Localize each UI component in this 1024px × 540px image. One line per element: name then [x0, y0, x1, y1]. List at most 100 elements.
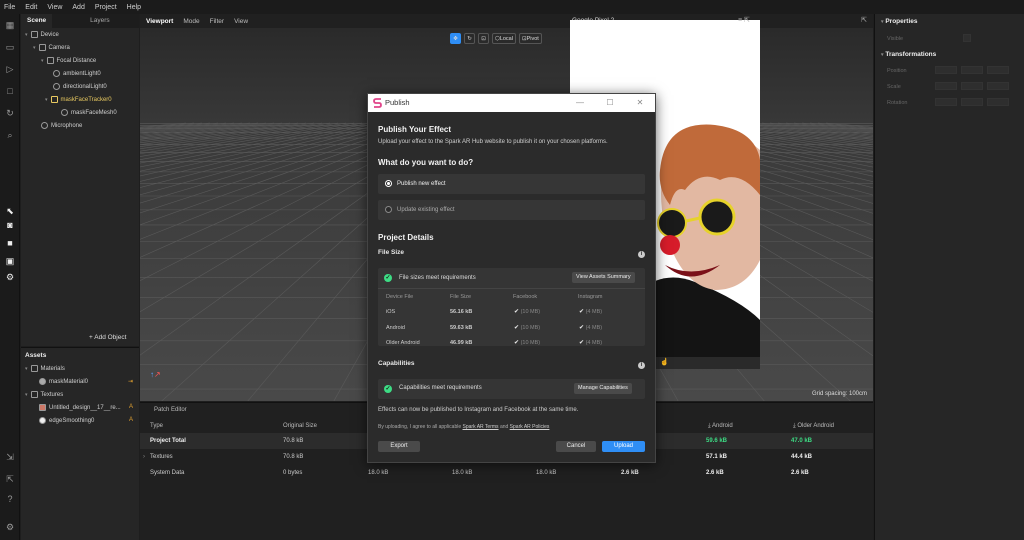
tree-item-materials[interactable]: ▾ Materials — [25, 365, 65, 372]
hand-icon[interactable]: ☝ — [660, 358, 669, 366]
tab-mode[interactable]: Mode — [183, 18, 199, 25]
tree-item-textures[interactable]: ▾ Textures — [25, 391, 63, 398]
info-icon[interactable]: i — [638, 251, 645, 258]
view-assets-summary-button[interactable]: View Assets Summary — [572, 272, 635, 283]
radio-unselected[interactable] — [385, 206, 392, 213]
col-older-android[interactable]: ⤓ Older Android — [793, 423, 834, 430]
rotation-z-field[interactable] — [987, 98, 1009, 106]
update-existing-option[interactable]: Update existing effect — [378, 200, 645, 220]
tree-item-directional-light[interactable]: directionalLight0 — [53, 83, 107, 90]
menu-view[interactable]: View — [47, 4, 62, 11]
scale-z-field[interactable] — [987, 82, 1009, 90]
rotation-x-field[interactable] — [935, 98, 957, 106]
rotate-tool-icon[interactable]: ↻ — [464, 33, 475, 44]
layout-icon[interactable]: ▦ — [3, 18, 17, 32]
instagram-check-icon: ✔ (4 MB) — [579, 309, 603, 315]
radio-selected[interactable] — [385, 180, 392, 187]
tree-item-device[interactable]: ▾ Device — [25, 31, 59, 38]
camera-icon[interactable]: ◙ — [3, 218, 17, 232]
scale-x-field[interactable] — [935, 82, 957, 90]
tab-layers[interactable]: Layers — [84, 14, 116, 28]
position-y-field[interactable] — [961, 66, 983, 74]
file-row-size: 46.99 kB — [450, 340, 473, 346]
tab-patch-editor[interactable]: Patch Editor — [144, 405, 187, 415]
col-android[interactable]: ⤓ Android — [708, 423, 733, 430]
publish-note: Effects can now be published to Instagra… — [378, 407, 579, 413]
dialog-titlebar: Publish — ☐ ✕ — [368, 94, 655, 112]
check-icon: ✓ — [384, 385, 392, 393]
terms-link[interactable]: Spark AR Terms — [463, 424, 499, 430]
minimize-icon[interactable]: — — [571, 94, 589, 112]
tree-item-ambient-light[interactable]: ambientLight0 — [53, 70, 101, 77]
pivot-toggle[interactable]: ⊡ Pivot — [518, 33, 542, 44]
tab-view[interactable]: View — [234, 18, 248, 25]
transformations-title: ▾ Transformations — [881, 51, 937, 58]
position-x-field[interactable] — [935, 66, 957, 74]
gallery-icon[interactable]: ▣ — [3, 254, 17, 268]
cancel-button[interactable]: Cancel — [556, 441, 596, 452]
info-icon[interactable]: i — [638, 362, 645, 369]
tree-item-focal-distance[interactable]: ▾ Focal Distance — [41, 57, 96, 64]
tab-filter[interactable]: Filter — [210, 18, 224, 25]
video-icon[interactable]: ▭ — [3, 40, 17, 54]
import-icon[interactable]: ⇲ — [3, 450, 17, 464]
assets-title: Assets — [25, 352, 47, 359]
capabilities-box: ✓ Capabilities meet requirements Manage … — [378, 379, 645, 399]
policies-link[interactable]: Spark AR Policies — [510, 424, 550, 430]
help-icon[interactable]: ? — [3, 492, 17, 506]
add-object-button[interactable]: + Add Object — [89, 334, 126, 341]
move-tool-icon[interactable]: ✥ — [450, 33, 461, 44]
refresh-icon[interactable]: ↻ — [3, 106, 17, 120]
export-icon[interactable]: ⇱ — [3, 472, 17, 486]
export-button[interactable]: Export — [378, 441, 420, 452]
table-row[interactable]: System Data 0 bytes 18.0 kB 18.0 kB 18.0… — [140, 465, 873, 481]
position-z-field[interactable] — [987, 66, 1009, 74]
settings-icon[interactable]: ⚙ — [3, 270, 17, 284]
tree-item-mask-material[interactable]: maskMaterial0 — [39, 378, 88, 385]
upload-button[interactable]: Upload — [602, 441, 645, 452]
local-toggle[interactable]: ⬡ Local — [492, 33, 516, 44]
menu-add[interactable]: Add — [72, 4, 84, 11]
microphone-icon — [41, 122, 48, 129]
expand-row-icon[interactable]: › — [143, 449, 145, 465]
menu-project[interactable]: Project — [95, 4, 117, 11]
menu-help[interactable]: Help — [127, 4, 141, 11]
scale-y-field[interactable] — [961, 82, 983, 90]
expand-icon[interactable]: ⇱ — [861, 16, 867, 24]
visible-checkbox[interactable] — [963, 34, 971, 42]
close-icon[interactable]: ✕ — [631, 94, 649, 112]
tree-item-face-mesh[interactable]: maskFaceMesh0 — [61, 109, 117, 116]
agreement-text: By uploading, I agree to all applicable … — [378, 424, 550, 430]
gear-icon[interactable]: ⚙ — [3, 520, 17, 534]
left-toolbar: ▦ ▭ ▷ □ ↻ ⌕ ⬉ ◙ ■ ▣ ⚙ ⇲ ⇱ ? ⚙ — [0, 14, 20, 540]
pointer-icon[interactable]: ⬉ — [3, 204, 17, 218]
menu-file[interactable]: File — [4, 4, 15, 11]
project-details-heading: Project Details — [378, 233, 434, 242]
play-icon[interactable]: ▷ — [3, 62, 17, 76]
capabilities-heading: Capabilities — [378, 360, 415, 367]
stop-icon[interactable]: □ — [3, 84, 17, 98]
col-original-size[interactable]: Original Size — [283, 423, 317, 429]
instagram-check-icon: ✔ (4 MB) — [579, 325, 603, 331]
tab-viewport[interactable]: Viewport — [146, 18, 173, 25]
device-options-icon[interactable]: ≡ ⇱ — [738, 16, 750, 24]
tree-item-microphone[interactable]: Microphone — [41, 122, 82, 129]
rotation-y-field[interactable] — [961, 98, 983, 106]
tree-item-face-tracker[interactable]: ▾ maskFaceTracker0 — [45, 96, 112, 103]
search-icon[interactable]: ⌕ — [3, 128, 17, 142]
publish-new-option[interactable]: Publish new effect — [378, 174, 645, 194]
col-type[interactable]: Type — [150, 423, 163, 429]
tree-item-edge-smoothing[interactable]: edgeSmoothing0 — [39, 417, 94, 424]
manage-capabilities-button[interactable]: Manage Capabilities — [574, 383, 632, 394]
properties-title: ▾ Properties — [881, 18, 918, 25]
maximize-icon[interactable]: ☐ — [601, 94, 619, 112]
tree-item-texture-design[interactable]: Untitled_design__17__re... — [39, 404, 121, 411]
scale-tool-icon[interactable]: ⊡ — [478, 33, 489, 44]
tree-item-camera[interactable]: ▾ Camera — [33, 44, 70, 51]
menu-edit[interactable]: Edit — [25, 4, 37, 11]
tab-scene[interactable]: Scene — [21, 14, 53, 28]
face-tracker-icon — [50, 96, 58, 103]
instagram-check-icon: ✔ (4 MB) — [579, 340, 603, 346]
record-icon[interactable]: ■ — [3, 236, 17, 250]
folder-icon — [30, 391, 38, 398]
